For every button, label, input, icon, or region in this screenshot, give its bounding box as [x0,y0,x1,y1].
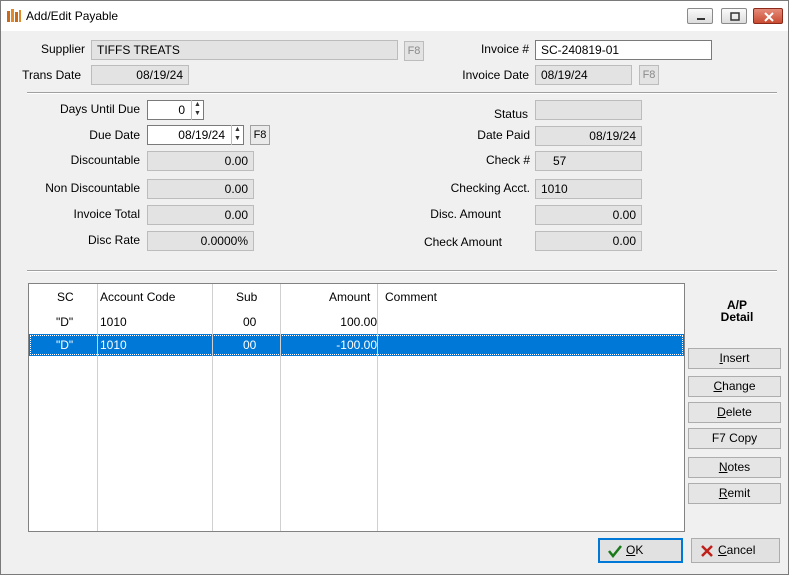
disc-rate-label: Disc Rate [87,233,140,247]
column-header-sub[interactable]: Sub [236,290,257,304]
status-label: Status [493,107,528,121]
supplier-lookup-button[interactable]: F8 [404,41,424,61]
ap-detail-title-line2: Detail [720,310,754,324]
spin-up-icon[interactable]: ▲ [232,125,243,134]
cell-sc[interactable]: "D" [56,338,73,352]
checking-account-field[interactable]: 1010 [535,179,642,199]
discountable-field[interactable]: 0.00 [147,151,254,171]
copy-button[interactable]: F7 Copy [688,428,781,449]
spin-down-icon[interactable]: ▼ [192,109,203,118]
insert-button[interactable]: Insert [688,348,781,369]
cell-amount[interactable]: -100.00 [284,338,377,352]
disc-amount-field[interactable]: 0.00 [535,205,642,225]
x-icon [700,543,714,566]
column-divider [97,284,98,531]
checking-account-label: Checking Acct. [450,181,530,195]
cell-account-code[interactable]: 1010 [100,315,127,329]
column-header-amount[interactable]: Amount [329,290,370,304]
due-date-lookup-button[interactable]: F8 [250,125,270,145]
supplier-field[interactable]: TIFFS TREATS [91,40,398,60]
close-icon [764,12,774,22]
invoice-number-input[interactable]: SC-240819-01 [535,40,712,60]
column-header-comment[interactable]: Comment [385,290,437,304]
ap-detail-grid[interactable]: SC Account Code Sub Amount Comment "D" 1… [28,283,685,532]
restore-button[interactable] [721,8,747,24]
cell-sub[interactable]: 00 [243,315,256,329]
separator [27,92,777,94]
trans-date-field[interactable]: 08/19/24 [91,65,189,85]
due-date-input[interactable]: 08/19/24 [147,125,244,145]
invoice-date-field[interactable]: 08/19/24 [535,65,632,85]
spin-down-icon[interactable]: ▼ [232,134,243,143]
discountable-label: Discountable [70,153,140,167]
close-button[interactable] [753,8,783,24]
date-paid-field[interactable]: 08/19/24 [535,126,642,146]
column-divider [280,284,281,531]
column-divider [377,284,378,531]
non-discountable-label: Non Discountable [45,181,140,195]
separator [27,270,777,272]
cancel-button[interactable]: Cancel [691,538,780,563]
invoice-date-lookup-button[interactable]: F8 [639,65,659,85]
ap-detail-title: A/P Detail [701,299,773,323]
trans-date-label: Trans Date [22,68,81,82]
checkmark-icon [608,544,622,565]
check-amount-field[interactable]: 0.00 [535,231,642,251]
invoice-total-field: 0.00 [147,205,254,225]
delete-button[interactable]: Delete [688,402,781,423]
due-date-label: Due Date [89,128,140,142]
disc-amount-label: Disc. Amount [430,207,501,221]
window-title: Add/Edit Payable [26,9,119,23]
cell-account-code[interactable]: 1010 [100,338,127,352]
spin-up-icon[interactable]: ▲ [192,100,203,109]
minimize-button[interactable] [687,8,713,24]
check-number-field[interactable]: 57 [535,151,642,171]
cell-amount[interactable]: 100.00 [284,315,377,329]
supplier-label: Supplier [40,42,85,56]
disc-rate-field[interactable]: 0.0000% [147,231,254,251]
days-until-due-label: Days Until Due [59,102,140,116]
notes-button[interactable]: Notes [688,457,781,478]
cell-sub[interactable]: 00 [243,338,256,352]
status-field [535,100,642,120]
due-date-spinner[interactable]: ▲ ▼ [231,125,243,145]
minimize-icon [697,18,705,20]
remit-button[interactable]: Remit [688,483,781,504]
date-paid-label: Date Paid [477,128,530,142]
ok-button[interactable]: OK [598,538,683,563]
column-header-account-code[interactable]: Account Code [100,290,175,304]
non-discountable-field[interactable]: 0.00 [147,179,254,199]
invoice-date-label: Invoice Date [462,68,529,82]
column-divider [212,284,213,531]
invoice-total-label: Invoice Total [73,207,141,221]
check-amount-label: Check Amount [423,235,502,249]
days-until-due-spinner[interactable]: ▲ ▼ [191,100,203,120]
check-number-label: Check # [485,153,530,167]
add-edit-payable-window: Add/Edit Payable Supplier TIFFS TREATS F… [0,0,789,575]
change-button[interactable]: Change [688,376,781,397]
title-bar: Add/Edit Payable [1,1,788,31]
cell-sc[interactable]: "D" [56,315,73,329]
app-icon [7,9,21,22]
column-header-sc[interactable]: SC [57,290,74,304]
restore-icon [730,12,740,21]
invoice-number-label: Invoice # [480,42,529,56]
